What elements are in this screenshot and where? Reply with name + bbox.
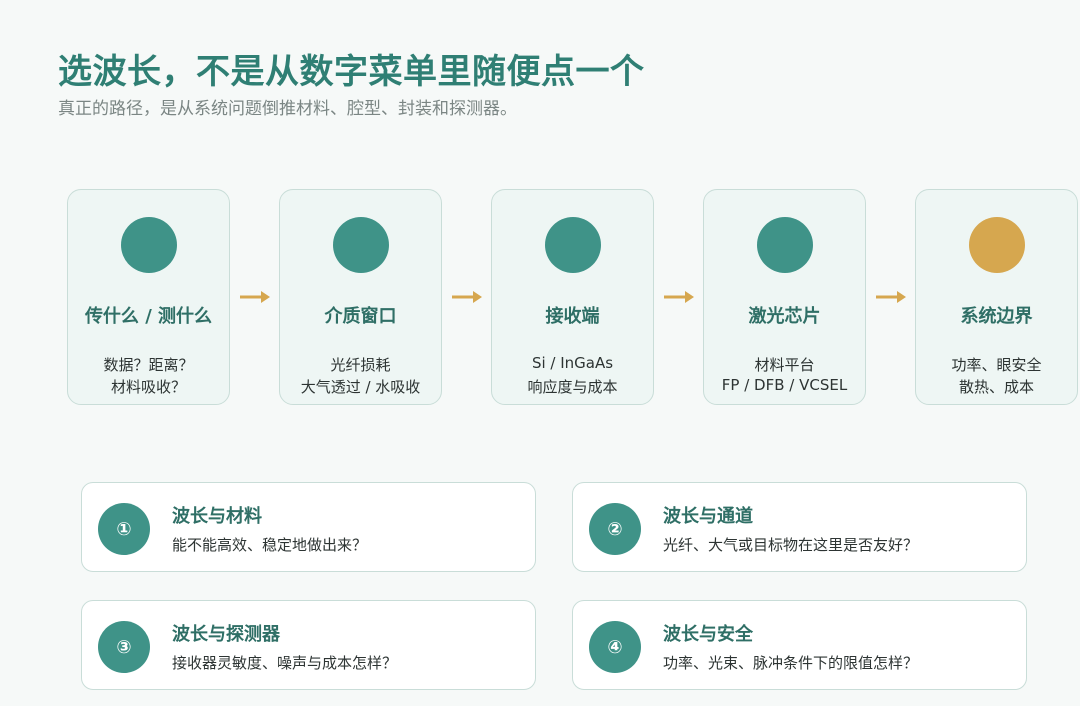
- question-cards: ① 波长与材料 能不能高效、稳定地做出来？ ② 波长与通道 光纤、大气或目标物在…: [81, 482, 1027, 690]
- card-title: 波长与探测器: [172, 624, 280, 645]
- question-card-3: ③ 波长与探测器 接收器灵敏度、噪声与成本怎样？: [81, 600, 536, 690]
- page-subtitle: 真正的路径，是从系统问题倒推材料、腔型、封装和探测器。: [58, 99, 517, 119]
- step-detail: 散热、成本: [958, 378, 1034, 396]
- flow-steps: 传什么 / 测什么 数据？距离？ 材料吸收？ 介质窗口 光纤损耗 大气透过 / …: [67, 189, 1078, 405]
- card-text: 功率、光束、脉冲条件下的限值怎样？: [663, 654, 919, 672]
- step-detail: FP / DFB / VCSEL: [721, 376, 848, 394]
- step-title: 系统边界: [960, 306, 1033, 327]
- step-card-3: 接收端 Si / InGaAs 响应度与成本: [491, 189, 654, 405]
- page-title: 选波长，不是从数字菜单里随便点一个: [58, 52, 645, 92]
- step-detail: Si / InGaAs: [531, 354, 614, 372]
- card-text: 能不能高效、稳定地做出来？: [172, 536, 368, 554]
- arrow-right-icon: [866, 287, 915, 307]
- step-title: 传什么 / 测什么: [84, 306, 213, 327]
- step-card-2: 介质窗口 光纤损耗 大气透过 / 水吸收: [279, 189, 442, 405]
- step-card-5: 系统边界 功率、眼安全 散热、成本: [915, 189, 1078, 405]
- question-card-4: ④ 波长与安全 功率、光束、脉冲条件下的限值怎样？: [572, 600, 1027, 690]
- step-title: 介质窗口: [324, 306, 397, 327]
- step-dot-icon: [968, 217, 1025, 273]
- step-detail: 功率、眼安全: [951, 356, 1042, 374]
- step-card-1: 传什么 / 测什么 数据？距离？ 材料吸收？: [67, 189, 230, 405]
- step-dot-icon: [120, 217, 177, 273]
- step-title: 激光芯片: [748, 306, 821, 327]
- step-dot-icon: [544, 217, 601, 273]
- number-badge: ①: [98, 503, 150, 555]
- card-text: 光纤、大气或目标物在这里是否友好？: [663, 536, 919, 554]
- step-detail: 材料平台: [754, 356, 815, 374]
- step-card-4: 激光芯片 材料平台 FP / DFB / VCSEL: [703, 189, 866, 405]
- step-dot-icon: [756, 217, 813, 273]
- step-detail: 响应度与成本: [527, 378, 618, 396]
- card-title: 波长与通道: [663, 506, 753, 527]
- step-dot-icon: [332, 217, 389, 273]
- arrow-right-icon: [230, 287, 279, 307]
- question-card-1: ① 波长与材料 能不能高效、稳定地做出来？: [81, 482, 536, 572]
- arrow-right-icon: [654, 287, 703, 307]
- card-title: 波长与材料: [172, 506, 262, 527]
- step-title: 接收端: [545, 306, 600, 327]
- question-card-2: ② 波长与通道 光纤、大气或目标物在这里是否友好？: [572, 482, 1027, 572]
- number-badge: ④: [589, 621, 641, 673]
- number-badge: ②: [589, 503, 641, 555]
- number-badge: ③: [98, 621, 150, 673]
- step-detail: 数据？距离？: [103, 356, 194, 374]
- card-title: 波长与安全: [663, 624, 753, 645]
- step-detail: 光纤损耗: [330, 356, 391, 374]
- card-text: 接收器灵敏度、噪声与成本怎样？: [172, 654, 398, 672]
- arrow-right-icon: [442, 287, 491, 307]
- step-detail: 材料吸收？: [110, 378, 186, 396]
- step-detail: 大气透过 / 水吸收: [300, 378, 421, 396]
